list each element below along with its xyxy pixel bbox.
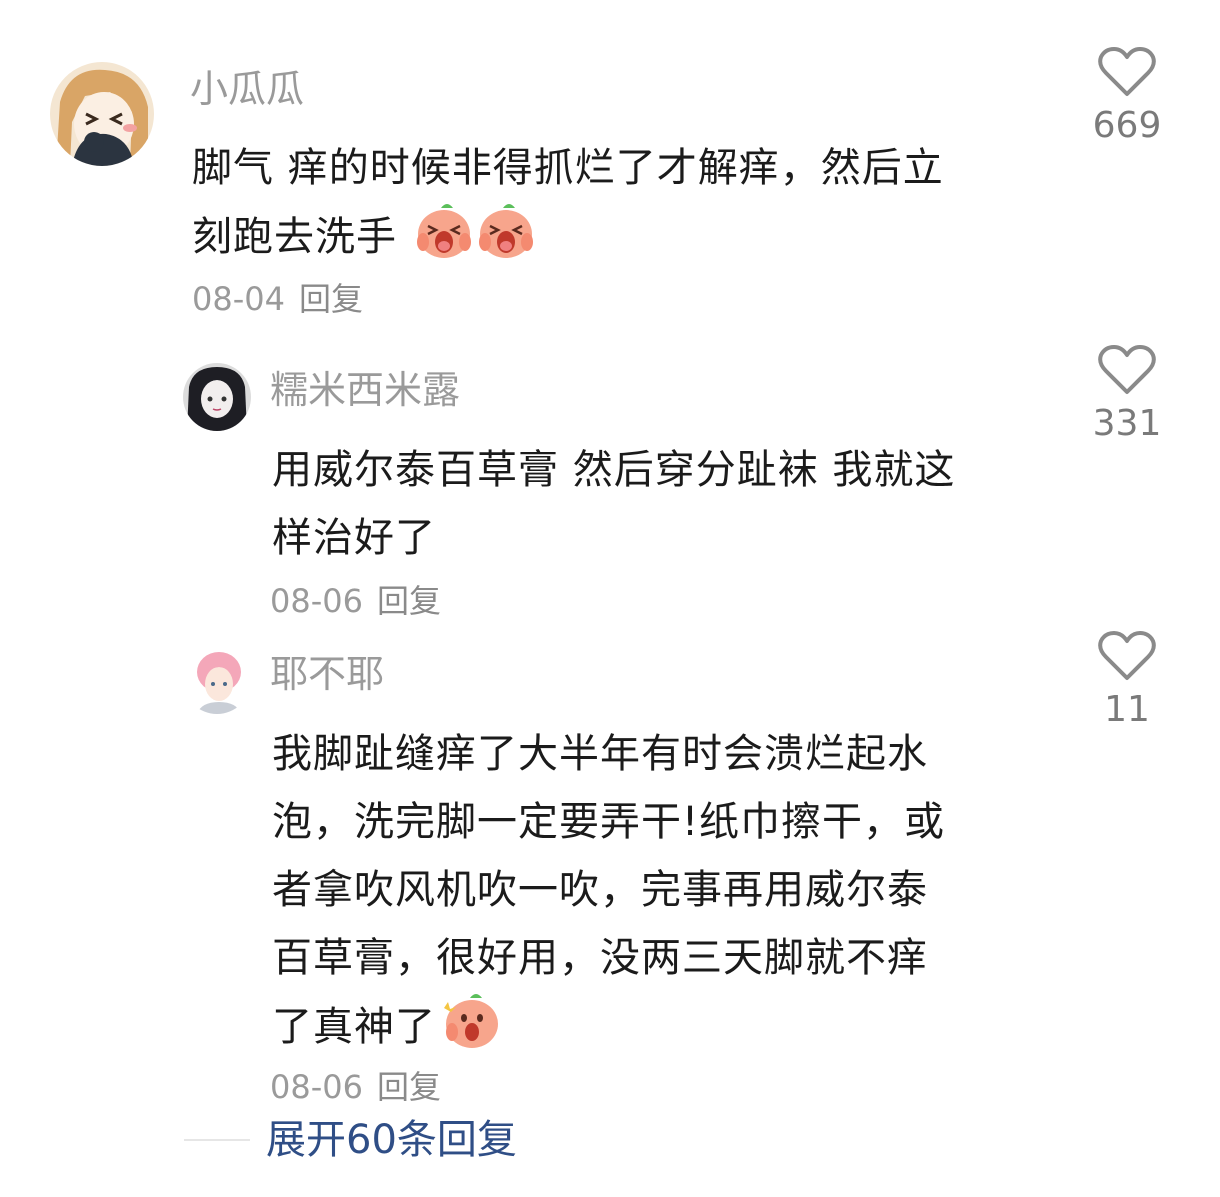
expand-replies-button[interactable]: 展开60条回复 <box>266 1116 517 1164</box>
comment-meta: 08-04 回复 <box>192 279 363 319</box>
crying-emoji-icon <box>477 202 535 281</box>
heart-icon <box>1098 47 1156 96</box>
comment-text-line: 用威尔泰百草膏 然后穿分趾袜 我就这 <box>272 447 956 493</box>
comment-text-segment: 刻跑去洗手 <box>192 214 397 260</box>
comment-meta: 08-06 回复 <box>270 1067 441 1107</box>
comment-text-line: 我脚趾缝痒了大半年有时会溃烂起水 <box>272 731 928 777</box>
like-button[interactable]: 11 <box>1072 630 1182 732</box>
comment-username[interactable]: 耶不耶 <box>270 651 384 697</box>
comment-text-line: 刻跑去洗手 <box>192 202 1052 281</box>
like-count: 11 <box>1104 689 1150 730</box>
divider <box>184 1139 250 1141</box>
heart-icon <box>1098 345 1156 394</box>
comment-text-line: 者拿吹风机吹一吹，完事再用威尔泰 <box>272 867 928 913</box>
comment-text-line: 脚气 痒的时候非得抓烂了才解痒，然后立 <box>192 145 944 191</box>
comment-text-line: 样治好了 <box>272 515 436 561</box>
amazed-emoji-icon <box>440 992 500 1071</box>
reply-button[interactable]: 回复 <box>377 582 441 620</box>
comment-text-segment: 了真神了 <box>272 1004 436 1050</box>
avatar[interactable] <box>183 646 251 714</box>
avatar[interactable] <box>50 62 154 166</box>
like-count: 331 <box>1092 403 1162 444</box>
comment-text: 脚气 痒的时候非得抓烂了才解痒，然后立 刻跑去洗手 <box>192 134 1052 281</box>
reply-button[interactable]: 回复 <box>377 1068 441 1106</box>
like-button[interactable]: 669 <box>1072 46 1182 148</box>
comment-text: 用威尔泰百草膏 然后穿分趾袜 我就这 样治好了 <box>272 436 1052 572</box>
comment-meta: 08-06 回复 <box>270 581 441 621</box>
comment-text: 我脚趾缝痒了大半年有时会溃烂起水 泡，洗完脚一定要弄干!纸巾擦干，或 者拿吹风机… <box>272 720 1052 1071</box>
comment-text-line: 了真神了 <box>272 992 1052 1071</box>
like-count: 669 <box>1092 105 1162 146</box>
avatar[interactable] <box>183 363 251 431</box>
comment-date: 08-04 <box>192 280 285 318</box>
crying-emoji-icon <box>415 202 473 281</box>
heart-icon <box>1098 631 1156 680</box>
comment-username[interactable]: 糯米西米露 <box>270 367 460 413</box>
comment-text-line: 百草膏，很好用，没两三天脚就不痒 <box>272 935 928 981</box>
comment-date: 08-06 <box>270 1068 363 1106</box>
comment-username[interactable]: 小瓜瓜 <box>190 66 304 112</box>
like-button[interactable]: 331 <box>1072 344 1182 446</box>
comment-date: 08-06 <box>270 582 363 620</box>
comment-text-line: 泡，洗完脚一定要弄干!纸巾擦干，或 <box>272 799 946 845</box>
reply-button[interactable]: 回复 <box>299 280 363 318</box>
